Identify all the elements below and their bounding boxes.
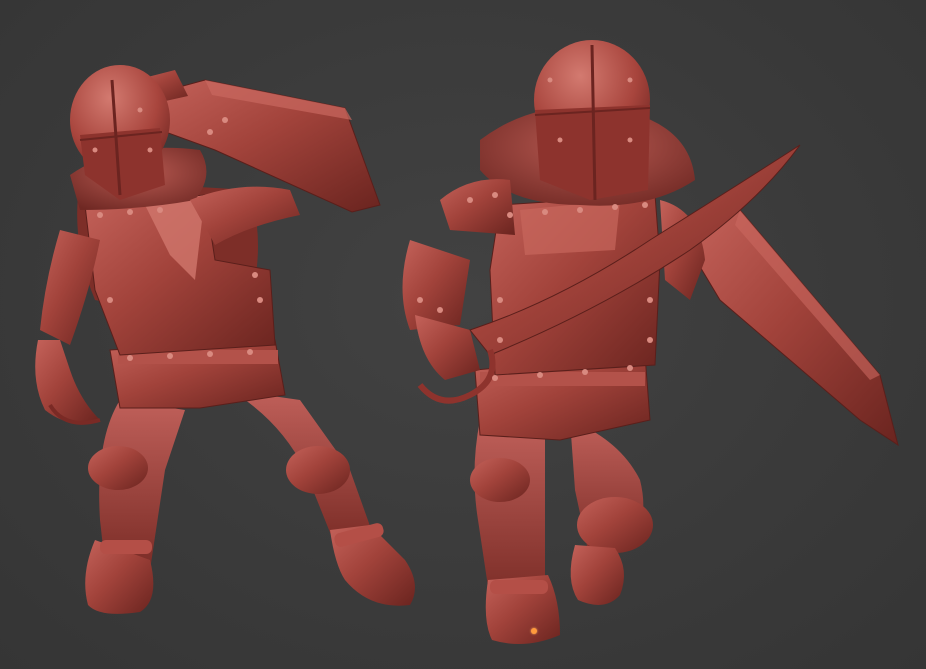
right-knight-legs [470,420,653,644]
right-knight-shield [689,209,899,447]
left-knight-legs [85,390,415,614]
3d-viewport[interactable] [0,0,926,669]
right-knight [402,40,899,644]
left-knight [35,65,415,614]
sculpt-render [35,40,899,644]
right-knight-helmet [534,40,651,201]
object-origin-pivot[interactable] [531,628,537,634]
